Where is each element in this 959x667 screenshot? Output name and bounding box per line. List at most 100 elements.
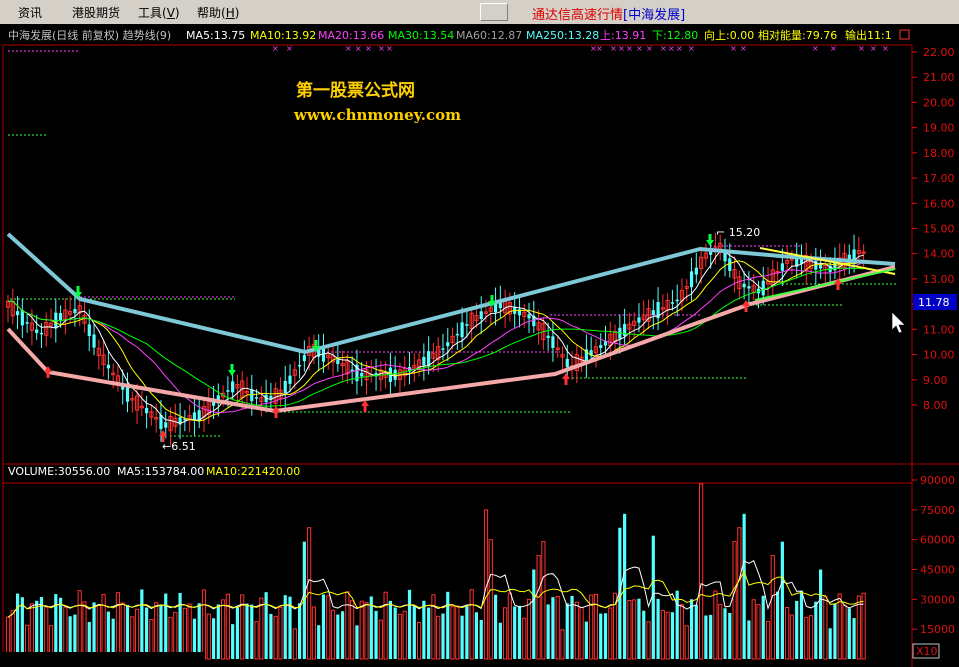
current-price-label: 11.78	[918, 296, 950, 309]
volume-bar	[747, 620, 751, 659]
candle-body	[254, 397, 259, 399]
volume-bar	[58, 597, 63, 659]
volume-bar	[675, 590, 679, 659]
candle-body	[231, 381, 235, 393]
signal-x-mark: ×	[345, 44, 352, 53]
signal-x-mark: ×	[272, 44, 279, 53]
candle-body	[106, 364, 110, 369]
price-tick-label: 10.00	[923, 349, 955, 362]
toolbar-toggle-button[interactable]	[480, 3, 508, 21]
volume-bar	[775, 591, 780, 659]
menu-item-hk-futures[interactable]: 港股期货	[72, 4, 120, 21]
volume-bar	[231, 624, 235, 659]
price-tick-label: 18.00	[923, 147, 955, 160]
candle-body	[73, 308, 77, 314]
candle-body	[145, 407, 149, 414]
price-tick-label: 21.00	[923, 71, 955, 84]
volume-bar	[388, 600, 392, 659]
menu-item-help[interactable]: 帮助(H)	[197, 4, 239, 21]
candle-body	[336, 359, 340, 365]
signal-x-mark: ×	[365, 44, 372, 53]
volume-bar	[197, 603, 201, 659]
kline-chart[interactable]: 22.00 21.00 20.00 19.00 18.00 17.00 16.00 15.00…	[0, 24, 959, 667]
volume-unit-label: X10	[916, 645, 938, 658]
volume-bar	[441, 613, 445, 659]
volume-bar	[317, 625, 321, 659]
signal-x-mark: ×	[688, 44, 695, 53]
candle-body	[288, 375, 292, 384]
volume-bar	[460, 615, 464, 659]
volume-bar	[355, 625, 359, 659]
volume-bar	[159, 605, 163, 659]
menu-item-tools[interactable]: 工具(V)	[138, 4, 180, 21]
volume-bar	[814, 601, 818, 659]
candle-body	[39, 332, 44, 335]
signal-x-mark: ×	[812, 44, 819, 53]
volume-bar	[374, 610, 378, 659]
volume-bar	[517, 605, 522, 659]
menu-item-info[interactable]: 资讯	[18, 4, 42, 21]
price-tick-label: 22.00	[923, 46, 955, 59]
volume-bar	[321, 594, 326, 659]
volume-bar	[407, 589, 412, 659]
volume-bar	[780, 541, 784, 659]
volume-bar	[704, 615, 708, 659]
volume-bar	[761, 595, 765, 659]
signal-x-mark: ×	[870, 44, 877, 53]
volume-bar	[584, 621, 588, 659]
volume-bar	[20, 597, 24, 659]
candle-body	[302, 355, 306, 362]
signal-x-mark: ×	[378, 44, 385, 53]
price-tick-label: 14.00	[923, 248, 955, 261]
candle-body	[15, 311, 20, 316]
volume-bar	[479, 619, 483, 659]
low-annotation: ←6.51	[162, 440, 196, 453]
volume-bar	[852, 618, 856, 659]
candle-body	[35, 329, 39, 334]
menu-bar: 资讯 港股期货 工具(V) 帮助(H) 通达信高速行情[中海发展]	[0, 0, 959, 25]
stock-tag: [中海发展]	[623, 8, 686, 23]
volume-bar	[723, 608, 727, 659]
volume-bar	[819, 569, 823, 659]
candle-body	[360, 373, 364, 377]
candle-body	[460, 322, 464, 338]
volume-bar	[269, 613, 273, 659]
signal-x-mark: ×	[596, 44, 603, 53]
volume-bar	[125, 604, 130, 659]
volume-bar	[245, 603, 249, 659]
volume-bar	[140, 589, 144, 659]
candle-body	[651, 310, 655, 316]
relative-energy-value: 相对能量:79.76	[758, 28, 837, 42]
ma5-value: MA5:13.75	[186, 29, 245, 42]
candle-body	[446, 342, 450, 347]
volume-bar	[689, 599, 694, 659]
indicator-header-name: 中海发展(日线 前复权) 趋势线(9)	[8, 28, 171, 42]
candle-body	[694, 267, 698, 275]
signal-x-mark: ×	[386, 44, 393, 53]
candle-body	[728, 258, 732, 271]
candle-body	[546, 335, 550, 339]
volume-bar	[742, 513, 746, 659]
volume-bar	[474, 612, 479, 659]
volume-bar	[847, 608, 851, 659]
volume-bar	[15, 593, 20, 659]
volume-tick-label: 15000	[920, 623, 955, 636]
upper-value: 上:13.91	[600, 29, 646, 42]
signal-x-mark: ×	[660, 44, 667, 53]
signal-x-mark: ×	[668, 44, 675, 53]
volume-bar	[145, 607, 149, 659]
signal-x-mark: ×	[882, 44, 889, 53]
price-tick-label: 19.00	[923, 122, 955, 135]
candle-body	[427, 351, 431, 366]
volume-bar	[92, 602, 96, 659]
watermark-url: www.chnmoney.com	[293, 106, 461, 124]
price-tick-label: 15.00	[923, 223, 955, 236]
ma30-value: MA30:13.54	[388, 29, 454, 42]
volume-bar	[178, 592, 182, 659]
candle-body	[479, 311, 483, 320]
volume-bar	[642, 610, 646, 659]
volume-bar	[341, 611, 345, 659]
output-value: 输出11:1	[845, 28, 892, 42]
volume-bar	[54, 594, 58, 659]
candle-body	[164, 422, 168, 428]
